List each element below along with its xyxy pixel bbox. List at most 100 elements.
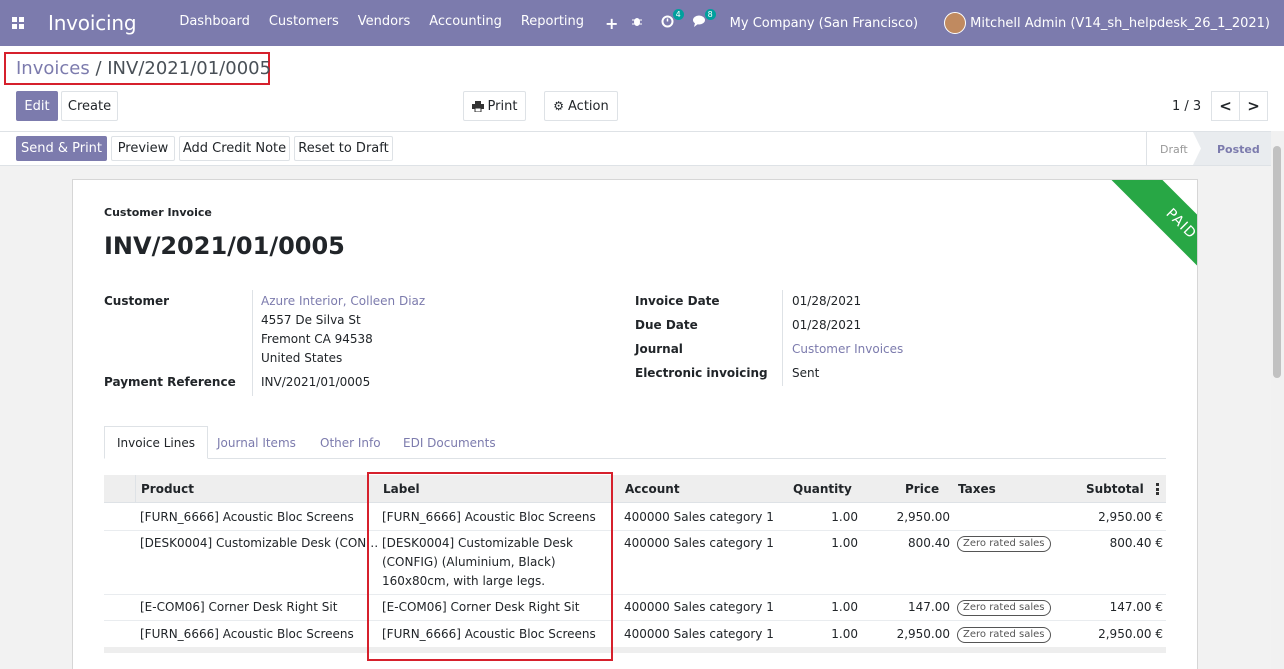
payment-ref-value: INV/2021/01/0005 [261,375,371,389]
row-product[interactable]: [DESK0004] Customizable Desk (CON… [140,536,378,550]
customer-label: Customer [104,294,170,308]
row-price[interactable]: 2,950.00 [870,510,950,524]
row-account[interactable]: 400000 Sales category 1 [624,627,774,641]
tax-tag[interactable]: Zero rated sales [957,536,1051,552]
col-product[interactable]: Product [141,482,194,496]
row-divider [104,620,1166,621]
row-price[interactable]: 147.00 [870,600,950,614]
stage-divider [1146,132,1147,165]
row-subtotal: 147.00 € [1109,600,1163,614]
tab-journal-items[interactable]: Journal Items [205,426,308,459]
col-price[interactable]: Price [905,482,939,496]
invoice-date-value: 01/28/2021 [792,294,862,308]
journal-label: Journal [635,342,683,356]
label-column-highlight [367,472,613,661]
row-subtotal: 2,950.00 € [1098,510,1163,524]
due-date-label: Due Date [635,318,698,332]
row-divider [104,530,1166,531]
breadcrumb-invoices[interactable]: Invoices [16,58,90,79]
address-city: Fremont CA 94538 [261,332,373,346]
messages-badge: 8 [704,9,716,20]
menu-reporting[interactable]: Reporting [521,14,584,33]
row-quantity[interactable]: 1.00 [790,510,858,524]
menu-customers[interactable]: Customers [269,14,339,33]
col-quantity[interactable]: Quantity [793,482,852,496]
field-divider [782,290,783,386]
col-account[interactable]: Account [625,482,680,496]
invoice-number: INV/2021/01/0005 [104,232,345,260]
breadcrumb: Invoices / INV/2021/01/0005 [4,52,272,85]
scrollbar-thumb[interactable] [1273,146,1281,378]
row-account[interactable]: 400000 Sales category 1 [624,510,774,524]
row-account[interactable]: 400000 Sales category 1 [624,600,774,614]
paid-ribbon: PAID [1104,180,1197,301]
pager-prev-icon[interactable]: < [1211,91,1240,121]
activity-icon[interactable]: 4 [661,8,684,32]
apps-menu-icon[interactable] [12,17,26,29]
edit-button[interactable]: Edit [16,91,58,121]
tax-tag[interactable]: Zero rated sales [957,600,1051,616]
row-account[interactable]: 400000 Sales category 1 [624,536,774,550]
breadcrumb-current: INV/2021/01/0005 [107,58,272,79]
tax-tag[interactable]: Zero rated sales [957,627,1051,643]
action-label: Action [568,98,609,114]
tab-edi-documents[interactable]: EDI Documents [391,426,508,459]
messages-icon[interactable]: 8 [692,9,716,31]
gear-icon: ⚙ [553,99,565,113]
journal-link[interactable]: Customer Invoices [792,342,903,356]
row-product[interactable]: [E-COM06] Corner Desk Right Sit [140,600,337,614]
row-price[interactable]: 800.40 [870,536,950,550]
customer-link[interactable]: Azure Interior, Colleen Diaz [261,294,425,308]
row-divider [104,594,1166,595]
col-subtotal[interactable]: Subtotal [1086,482,1144,496]
invoice-date-label: Invoice Date [635,294,720,308]
print-button[interactable]: Print [463,91,526,121]
invoice-type: Customer Invoice [104,206,212,219]
edi-value: Sent [792,366,820,380]
row-product[interactable]: [FURN_6666] Acoustic Bloc Screens [140,627,354,641]
menu-dashboard[interactable]: Dashboard [179,14,250,33]
field-divider [252,290,253,396]
tab-invoice-lines[interactable]: Invoice Lines [104,426,208,459]
address-country: United States [261,351,343,365]
menu-vendors[interactable]: Vendors [358,14,410,33]
top-navbar: Invoicing Dashboard Customers Vendors Ac… [0,0,1284,46]
pager-next-icon[interactable]: > [1239,91,1268,121]
app-name[interactable]: Invoicing [48,11,137,35]
menu-accounting[interactable]: Accounting [429,14,502,33]
row-quantity[interactable]: 1.00 [790,627,858,641]
create-button[interactable]: Create [61,91,118,121]
stage-draft[interactable]: Draft [1160,143,1188,156]
print-label: Print [487,98,518,114]
activity-badge: 4 [672,8,684,20]
bug-icon[interactable] [631,15,643,31]
row-subtotal: 800.40 € [1109,536,1163,550]
edi-label: Electronic invoicing [635,366,768,380]
action-button[interactable]: ⚙ Action [544,91,618,121]
stage-posted: Posted [1217,143,1260,156]
due-date-value: 01/28/2021 [792,318,862,332]
add-credit-note-button[interactable]: Add Credit Note [179,136,290,161]
handle-column [135,475,136,503]
user-menu[interactable]: Mitchell Admin (V14_sh_helpdesk_26_1_202… [970,16,1270,31]
print-icon [471,100,484,112]
table-footer [104,647,1166,653]
pager-value[interactable]: 1 / 3 [1172,99,1201,114]
column-options-icon[interactable] [1156,483,1159,495]
row-quantity[interactable]: 1.00 [790,600,858,614]
row-subtotal: 2,950.00 € [1098,627,1163,641]
user-avatar[interactable] [944,12,967,34]
breadcrumb-separator: / [89,58,108,79]
address-street: 4557 De Silva St [261,313,361,327]
systray: 4 8 My Company (San Francisco) Mitchell … [613,0,1270,46]
col-taxes[interactable]: Taxes [958,482,996,496]
row-price[interactable]: 2,950.00 [870,627,950,641]
reset-to-draft-button[interactable]: Reset to Draft [294,136,393,161]
tab-other-info[interactable]: Other Info [308,426,393,459]
main-menu: Dashboard Customers Vendors Accounting R… [179,14,637,33]
preview-button[interactable]: Preview [111,136,175,161]
company-switcher[interactable]: My Company (San Francisco) [730,16,918,31]
send-print-button[interactable]: Send & Print [16,136,107,161]
row-product[interactable]: [FURN_6666] Acoustic Bloc Screens [140,510,354,524]
row-quantity[interactable]: 1.00 [790,536,858,550]
